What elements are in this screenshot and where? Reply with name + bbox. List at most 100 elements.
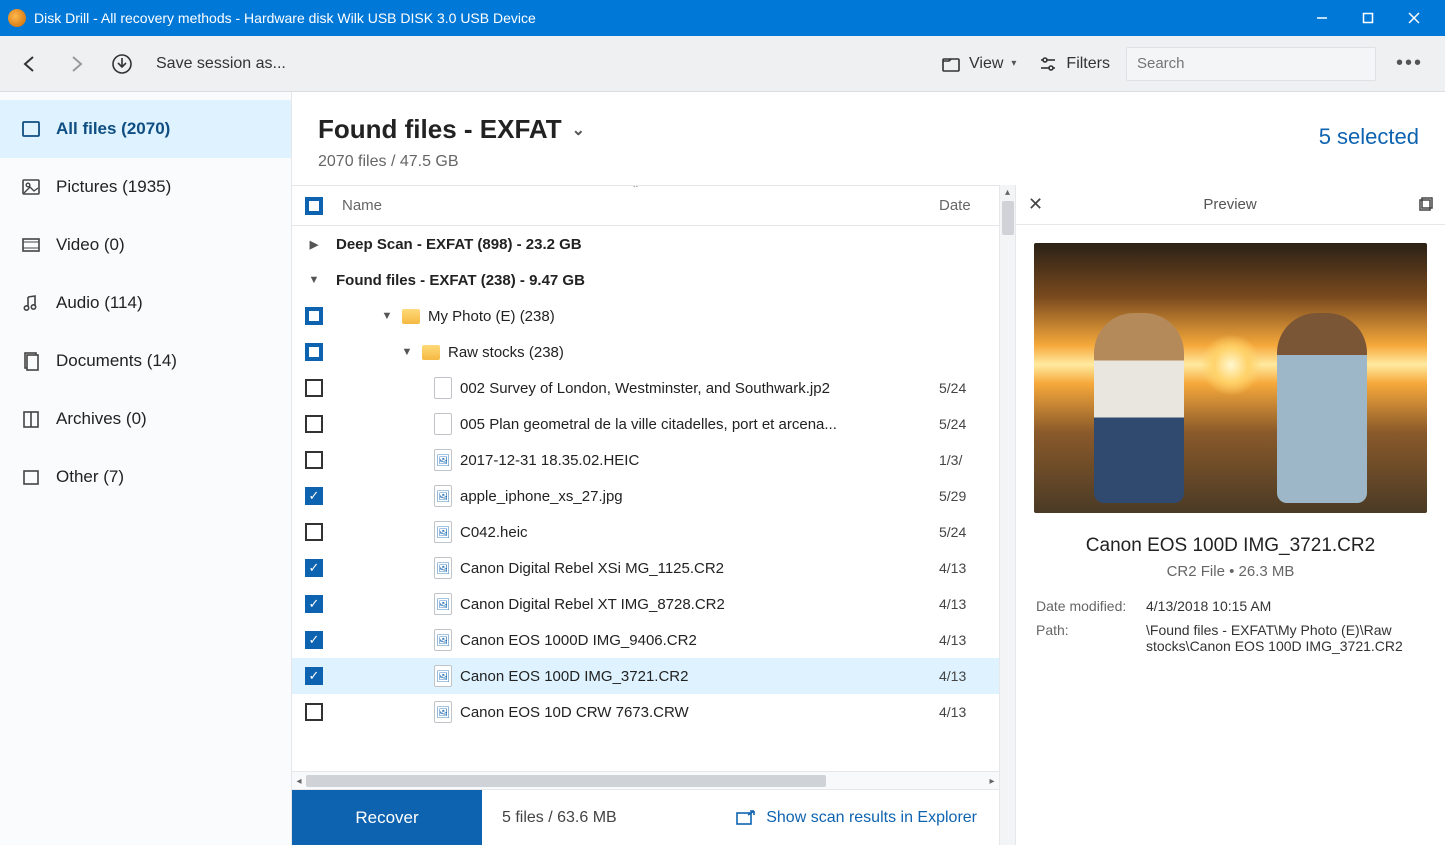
- search-input[interactable]: [1126, 47, 1376, 81]
- view-button[interactable]: View ▾: [935, 54, 1022, 74]
- file-name: Canon EOS 100D IMG_3721.CR2: [460, 668, 688, 685]
- checkbox[interactable]: [305, 595, 323, 613]
- file-name: Canon Digital Rebel XT IMG_8728.CR2: [460, 596, 725, 613]
- window-controls: [1299, 0, 1437, 36]
- preview-popout-button[interactable]: [1417, 197, 1433, 213]
- file-row[interactable]: Canon Digital Rebel XT IMG_8728.CR2 4/13: [292, 586, 999, 622]
- sidebar-item-label: Documents (14): [56, 351, 177, 371]
- file-date: 4/13: [939, 668, 999, 684]
- file-row[interactable]: 2017-12-31 18.35.02.HEIC 1/3/: [292, 442, 999, 478]
- column-name[interactable]: Name: [336, 197, 939, 214]
- file-row[interactable]: Canon EOS 100D IMG_3721.CR2 4/13: [292, 658, 999, 694]
- app-icon: [8, 9, 26, 27]
- file-icon: [434, 557, 452, 579]
- checkbox[interactable]: [305, 703, 323, 721]
- checkbox[interactable]: [305, 523, 323, 541]
- file-name: 2017-12-31 18.35.02.HEIC: [460, 452, 639, 469]
- explorer-icon: [736, 809, 756, 827]
- save-session-icon[interactable]: [104, 46, 140, 82]
- folder-label: Raw stocks (238): [448, 344, 564, 361]
- forward-button[interactable]: [58, 46, 94, 82]
- file-name: Canon EOS 10D CRW 7673.CRW: [460, 704, 689, 721]
- file-row[interactable]: C042.heic 5/24: [292, 514, 999, 550]
- main-panel: Found files - EXFAT ⌄ 2070 files / 47.5 …: [292, 92, 1445, 845]
- sidebar-item-video[interactable]: Video (0): [0, 216, 291, 274]
- file-date: 4/13: [939, 704, 999, 720]
- file-name: apple_iphone_xs_27.jpg: [460, 488, 623, 505]
- filters-button[interactable]: Filters: [1032, 54, 1116, 74]
- file-name: Canon Digital Rebel XSi MG_1125.CR2: [460, 560, 724, 577]
- checkbox[interactable]: [305, 451, 323, 469]
- file-row[interactable]: Canon EOS 1000D IMG_9406.CR2 4/13: [292, 622, 999, 658]
- group-row[interactable]: ▶ Deep Scan - EXFAT (898) - 23.2 GB: [292, 226, 999, 262]
- video-icon: [20, 234, 42, 256]
- horizontal-scrollbar[interactable]: ◂ ▸: [292, 771, 999, 789]
- sliders-icon: [1038, 54, 1058, 74]
- sidebar-item-other[interactable]: Other (7): [0, 448, 291, 506]
- scroll-right-icon[interactable]: ▸: [985, 772, 999, 790]
- maximize-button[interactable]: [1345, 0, 1391, 36]
- all-files-icon: [20, 118, 42, 140]
- more-button[interactable]: •••: [1386, 52, 1433, 75]
- sidebar-item-all-files[interactable]: All files (2070): [0, 100, 291, 158]
- folder-icon: [941, 54, 961, 74]
- scroll-thumb[interactable]: [306, 775, 826, 787]
- page-title[interactable]: Found files - EXFAT ⌄: [318, 114, 585, 145]
- file-row[interactable]: Canon Digital Rebel XSi MG_1125.CR2 4/13: [292, 550, 999, 586]
- pictures-icon: [20, 176, 42, 198]
- sidebar-item-label: Other (7): [56, 467, 124, 487]
- scroll-thumb[interactable]: [1002, 201, 1014, 235]
- save-session-label: Save session as...: [156, 55, 286, 73]
- preview-title: Preview: [1043, 196, 1417, 213]
- file-row[interactable]: Canon EOS 10D CRW 7673.CRW 4/13: [292, 694, 999, 730]
- folder-row[interactable]: ▼My Photo (E) (238): [292, 298, 999, 334]
- select-all-checkbox[interactable]: [305, 197, 323, 215]
- sidebar-item-audio[interactable]: Audio (114): [0, 274, 291, 332]
- file-name: Canon EOS 1000D IMG_9406.CR2: [460, 632, 697, 649]
- file-date: 5/29: [939, 488, 999, 504]
- folder-row[interactable]: ▼ Raw stocks (238): [292, 334, 999, 370]
- checkbox[interactable]: [305, 559, 323, 577]
- column-date[interactable]: Date: [939, 197, 999, 214]
- collapse-icon[interactable]: ▼: [380, 310, 394, 322]
- checkbox[interactable]: [305, 415, 323, 433]
- file-date: 4/13: [939, 632, 999, 648]
- preview-path-label: Path:: [1036, 622, 1146, 654]
- preview-close-button[interactable]: ✕: [1028, 194, 1043, 215]
- checkbox[interactable]: [305, 379, 323, 397]
- archives-icon: [20, 408, 42, 430]
- checkbox[interactable]: [305, 487, 323, 505]
- back-button[interactable]: [12, 46, 48, 82]
- sort-indicator-icon: ⌃: [631, 185, 639, 195]
- expand-icon[interactable]: ▶: [307, 238, 321, 251]
- sidebar-item-archives[interactable]: Archives (0): [0, 390, 291, 448]
- sidebar-item-pictures[interactable]: Pictures (1935): [0, 158, 291, 216]
- vertical-scrollbar[interactable]: ▴: [999, 185, 1015, 845]
- chevron-down-icon: ▾: [1011, 58, 1016, 69]
- checkbox[interactable]: [305, 307, 323, 325]
- minimize-button[interactable]: [1299, 0, 1345, 36]
- collapse-icon[interactable]: ▼: [307, 274, 321, 286]
- save-session-button[interactable]: Save session as...: [150, 55, 292, 73]
- checkbox[interactable]: [305, 631, 323, 649]
- close-button[interactable]: [1391, 0, 1437, 36]
- file-name: 002 Survey of London, Westminster, and S…: [460, 380, 830, 397]
- sidebar-item-label: All files (2070): [56, 119, 170, 139]
- file-row[interactable]: 005 Plan geometral de la ville citadelle…: [292, 406, 999, 442]
- file-icon: [434, 701, 452, 723]
- sidebar-item-label: Audio (114): [56, 293, 143, 313]
- scroll-left-icon[interactable]: ◂: [292, 772, 306, 790]
- preview-filename: Canon EOS 100D IMG_3721.CR2: [1016, 535, 1445, 557]
- checkbox[interactable]: [305, 667, 323, 685]
- show-in-explorer-link[interactable]: Show scan results in Explorer: [736, 809, 977, 827]
- scroll-up-icon[interactable]: ▴: [1000, 185, 1015, 198]
- selection-summary: 5 files / 63.6 MB: [502, 809, 617, 827]
- file-row[interactable]: apple_iphone_xs_27.jpg 5/29: [292, 478, 999, 514]
- group-row[interactable]: ▼ Found files - EXFAT (238) - 9.47 GB: [292, 262, 999, 298]
- file-row[interactable]: 002 Survey of London, Westminster, and S…: [292, 370, 999, 406]
- checkbox[interactable]: [305, 343, 323, 361]
- sidebar-item-documents[interactable]: Documents (14): [0, 332, 291, 390]
- collapse-icon[interactable]: ▼: [400, 346, 414, 358]
- file-icon: [434, 377, 452, 399]
- recover-button[interactable]: Recover: [292, 790, 482, 845]
